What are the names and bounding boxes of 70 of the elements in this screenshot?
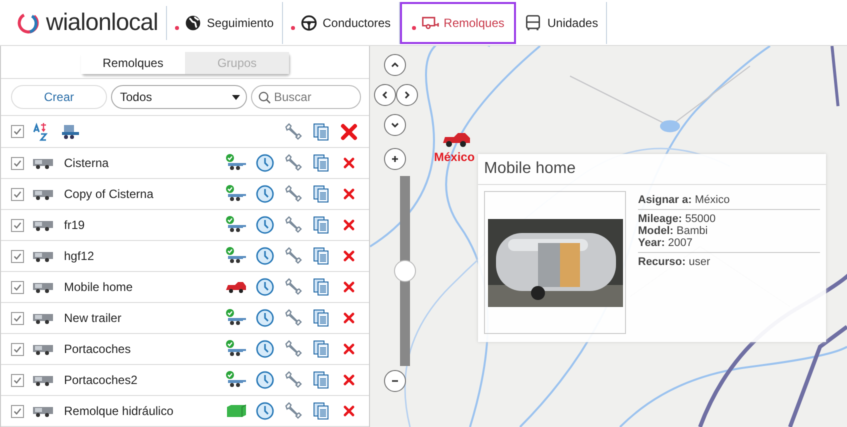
- trailer-name[interactable]: Portacoches2: [64, 373, 138, 387]
- caret-icon: [232, 94, 240, 100]
- thumbnail-icon: [32, 373, 56, 387]
- search-field[interactable]: Buscar: [251, 85, 361, 109]
- logo-text: wialonlocal: [46, 8, 158, 36]
- thumbnail-icon: [32, 404, 56, 418]
- thumbnail-icon: [32, 156, 56, 170]
- copy-icon[interactable]: [311, 370, 331, 390]
- clock-icon[interactable]: [255, 339, 275, 359]
- wrench-icon[interactable]: [283, 153, 303, 173]
- trailer-name[interactable]: New trailer: [64, 311, 122, 325]
- clock-icon[interactable]: [255, 184, 275, 204]
- copy-icon[interactable]: [311, 246, 331, 266]
- wrench-icon[interactable]: [283, 308, 303, 328]
- wrench-icon[interactable]: [283, 339, 303, 359]
- clock-icon[interactable]: [255, 401, 275, 421]
- copy-icon[interactable]: [311, 215, 331, 235]
- thumbnail-icon: [32, 311, 56, 325]
- checkbox[interactable]: [11, 312, 24, 324]
- trailer-name[interactable]: Portacoches: [64, 342, 131, 356]
- clock-icon[interactable]: [255, 153, 275, 173]
- wrench-icon[interactable]: [283, 184, 303, 204]
- clock-icon[interactable]: [255, 246, 275, 266]
- steering-wheel-icon: [300, 14, 318, 32]
- checkbox[interactable]: [11, 218, 24, 232]
- clock-icon[interactable]: [255, 370, 275, 390]
- trailer-name[interactable]: Mobile home: [64, 280, 133, 294]
- wrench-icon[interactable]: [283, 215, 303, 235]
- copy-icon[interactable]: [311, 401, 331, 421]
- wrench-icon[interactable]: [283, 401, 303, 421]
- wrench-icon[interactable]: [283, 277, 303, 297]
- logo-icon: [16, 10, 40, 34]
- checkbox[interactable]: [11, 342, 24, 356]
- checkbox[interactable]: [11, 125, 24, 138]
- clock-icon[interactable]: [255, 215, 275, 235]
- filter-dropdown[interactable]: Todos: [111, 85, 247, 109]
- bus-icon: [524, 14, 542, 32]
- checkbox[interactable]: [11, 404, 24, 418]
- trailer-name[interactable]: fr19: [64, 218, 85, 232]
- trailer-name[interactable]: hgf12: [64, 249, 94, 263]
- wrench-icon[interactable]: [283, 370, 303, 390]
- thumbnail-icon: [32, 280, 56, 294]
- nav-tab[interactable]: Remolques: [400, 2, 516, 44]
- checkbox[interactable]: [11, 374, 24, 386]
- checkbox[interactable]: [11, 250, 24, 262]
- search-icon: [258, 91, 271, 104]
- delete-icon[interactable]: [339, 122, 359, 142]
- copy-icon[interactable]: [311, 184, 331, 204]
- trailer-name[interactable]: Remolque hidráulico: [64, 404, 174, 418]
- globe-icon: [184, 14, 202, 32]
- checkbox[interactable]: [11, 280, 24, 294]
- panel-tab[interactable]: Remolques: [81, 52, 185, 74]
- clock-icon[interactable]: [255, 308, 275, 328]
- thumbnail-icon: [32, 249, 56, 263]
- checkbox[interactable]: [11, 156, 24, 170]
- create-button[interactable]: Crear: [11, 85, 107, 109]
- thumbnail-icon: [32, 187, 56, 201]
- checkbox[interactable]: [11, 188, 24, 200]
- trailer-name[interactable]: Copy of Cisterna: [64, 187, 154, 201]
- wrench-icon[interactable]: [283, 246, 303, 266]
- wrench-icon[interactable]: [283, 122, 303, 142]
- copy-icon[interactable]: [311, 339, 331, 359]
- copy-icon[interactable]: [311, 153, 331, 173]
- thumbnail-icon: [32, 342, 56, 356]
- copy-icon[interactable]: [311, 122, 331, 142]
- trailer-name[interactable]: Cisterna: [64, 156, 109, 170]
- copy-icon[interactable]: [311, 308, 331, 328]
- clock-icon[interactable]: [255, 277, 275, 297]
- thumbnail-icon: [32, 218, 56, 232]
- copy-icon[interactable]: [311, 277, 331, 297]
